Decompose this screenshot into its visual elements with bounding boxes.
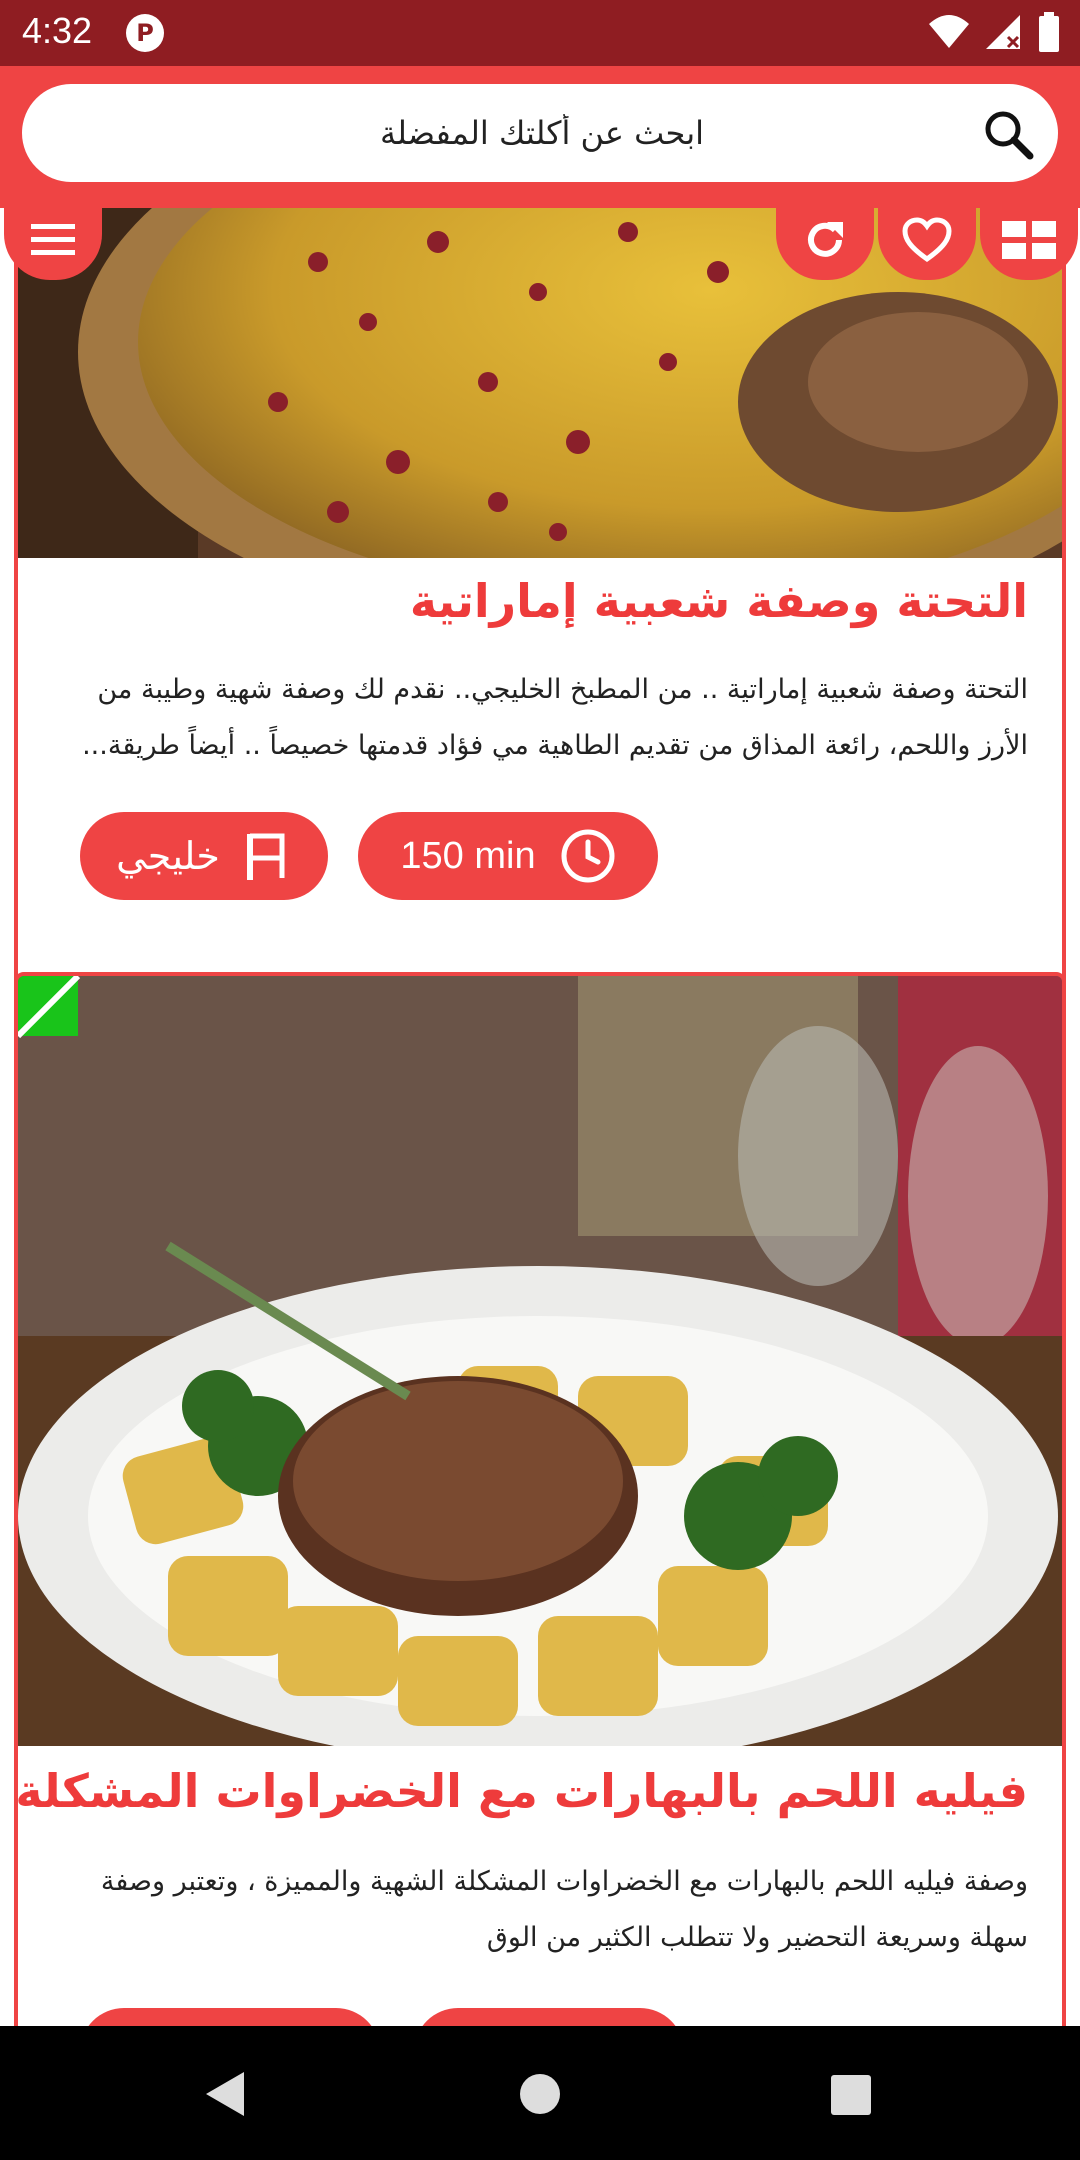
cuisine-label: خليجي	[116, 835, 220, 878]
recipe-title[interactable]: التحتة وصفة شعبية إماراتية	[410, 574, 1028, 628]
hamburger-menu-icon	[31, 224, 75, 255]
recents-square-icon[interactable]	[830, 2074, 872, 2116]
recipe-description: وصفة فيليه اللحم بالبهارات مع الخضراوات …	[100, 1866, 1028, 1953]
clock-icon	[561, 829, 615, 883]
status-bar: 4:32 P	[0, 0, 1080, 66]
recipe-list[interactable]: التحتة وصفة شعبية إماراتية التحتة وصفة ش…	[0, 208, 1080, 2026]
search-input[interactable]	[162, 84, 922, 182]
recipe-title[interactable]: فيليه اللحم بالبهارات مع الخضراوات المشك…	[18, 1764, 1028, 1818]
cuisine-chip[interactable]: خليجي	[80, 812, 328, 900]
wifi-icon	[929, 15, 969, 48]
recipe-card[interactable]: فيليه اللحم بالبهارات مع الخضراوات المشك…	[14, 972, 1066, 2026]
status-icons	[928, 12, 1060, 52]
search-icon[interactable]	[982, 108, 1034, 160]
flag-icon	[246, 833, 285, 880]
status-time: 4:32	[22, 10, 93, 51]
signal-icon	[986, 15, 1020, 49]
time-value: 150 min	[400, 834, 536, 877]
search-box[interactable]	[22, 84, 1058, 182]
home-circle-icon[interactable]	[518, 2072, 562, 2116]
time-chip	[414, 2008, 684, 2026]
navigation-bar	[0, 2026, 1080, 2160]
cuisine-chip[interactable]	[80, 2008, 380, 2026]
back-triangle-icon[interactable]	[204, 2070, 246, 2118]
beef-fillet-with-vegetables-photo[interactable]	[18, 976, 1062, 1746]
time-chip: 150 min	[358, 812, 658, 900]
recipe-description: التحتة وصفة شعبية إماراتية .. من المطبخ …	[82, 674, 1028, 761]
battery-icon	[1039, 12, 1059, 52]
app-bar	[0, 66, 1080, 208]
app-notification-icon: P	[126, 14, 164, 52]
grid-view-icon	[1002, 221, 1056, 259]
refresh-icon	[808, 222, 843, 257]
heart-icon	[902, 217, 952, 263]
